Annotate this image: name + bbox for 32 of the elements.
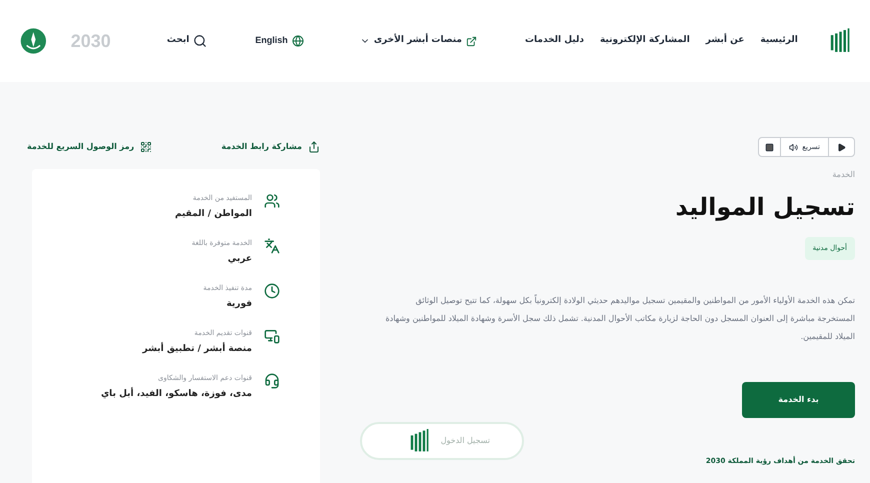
platforms-menu[interactable]: منصات أبشر الأخرى	[360, 34, 477, 48]
detail-value: مدى، فوزة، هاسكو، الفيد، أبل باي	[100, 388, 252, 400]
stop-icon	[765, 142, 774, 152]
start-service-button[interactable]: بدء الخدمة	[742, 382, 855, 418]
share-link-button[interactable]: مشاركة رابط الخدمة	[221, 141, 320, 153]
detail-value: المواطن / المقيم	[174, 208, 252, 220]
page-title: تسجيل المواليد	[675, 192, 855, 223]
translate-icon	[264, 238, 280, 254]
language-toggle[interactable]: English	[255, 34, 304, 48]
detail-value: منصة أبشر / تطبيق أبشر	[142, 342, 252, 356]
qr-code-button[interactable]: رمز الوصول السريع للخدمة	[27, 141, 152, 153]
qr-code-icon	[140, 141, 152, 153]
clock-icon	[264, 283, 280, 299]
globe-icon	[292, 35, 304, 47]
breadcrumb: الخدمة	[832, 169, 855, 181]
external-link-icon	[466, 36, 477, 46]
service-description: تمكن هذه الخدمة الأولياء الأمور من المواطنين والمقيمين تسجيل مواليدهم حديثي الولادة إلكترونياً بكل سهولة، كما تتيح توصيل الوثائق المستخرجة مباشرة إلى العنوان المسجل دون الحاجة لزيارة مكاتب الأحوال المدنية. تشمل ذلك سجل الأسرة وشهادة الميلاد للمواطنين وشهادة الميلاد للمقيمين.	[385, 294, 855, 343]
nav-link[interactable]: المشاركة الإلكترونية	[600, 34, 690, 48]
speaker-icon	[789, 142, 798, 152]
search-button[interactable]: ابحث	[166, 34, 208, 48]
people-icon	[264, 193, 280, 209]
search-icon	[193, 34, 208, 48]
play-icon	[837, 142, 846, 152]
share-icon	[308, 141, 320, 153]
detail-value: عربي	[226, 252, 252, 266]
logo-icon	[410, 428, 429, 452]
nav-link[interactable]: عن أبشر	[706, 34, 744, 48]
headset-icon	[264, 373, 280, 389]
detail-value: فورية	[225, 298, 252, 310]
devices-icon	[264, 328, 280, 344]
nav-link[interactable]: دليل الخدمات	[524, 34, 584, 48]
nav-link[interactable]: الرئيسية	[760, 34, 798, 48]
